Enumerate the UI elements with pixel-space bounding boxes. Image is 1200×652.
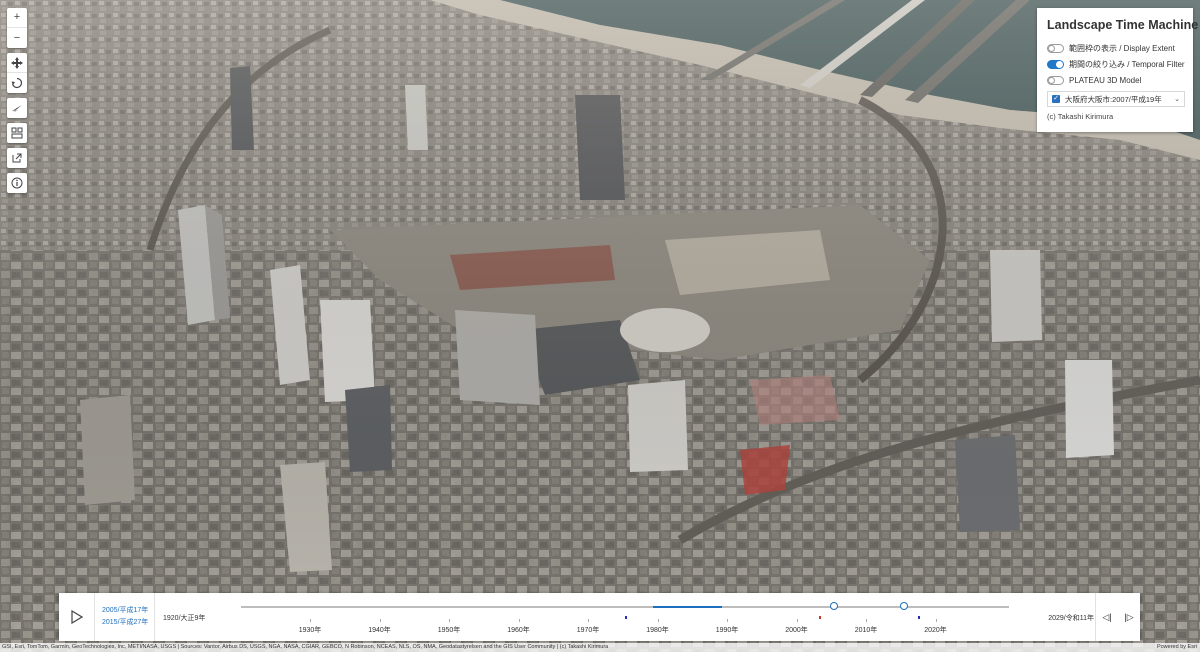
tick-label: 1980年 [646,627,669,634]
tick-line [310,619,311,622]
rotate-button[interactable] [7,73,27,93]
play-button[interactable] [59,593,95,641]
navigation-group [7,53,27,93]
chevron-down-icon[interactable]: ⌄ [1174,95,1180,103]
layers-button[interactable] [7,123,27,143]
slider-selected-range [653,606,722,608]
time-slider: 2005/平成17年 2015/平成27年 1920/大正9年 1930年 194… [59,593,1140,641]
toggle-label: PLATEAU 3D Model [1069,76,1142,85]
compass-group [7,98,27,118]
map-scene[interactable] [0,0,1200,652]
tick-line [449,619,450,622]
panel-title: Landscape Time Machine [1047,18,1199,32]
tick-line [796,619,798,622]
tick-label: 2010年 [854,627,878,634]
tick-label: 1930年 [298,627,322,634]
compass-button[interactable] [7,98,27,118]
rotate-icon [11,77,23,89]
tick-label: 1990年 [715,627,739,634]
slider-min-label: 1920/大正9年 [163,615,206,622]
info-icon [11,177,23,189]
previous-icon[interactable]: ◁| [1102,612,1111,623]
tick-line [935,619,937,622]
tick-line [657,619,659,622]
time-extent-readout: 2005/平成17年 2015/平成27年 [95,593,155,641]
toggle-plateau-3d[interactable]: PLATEAU 3D Model [1047,73,1185,88]
share-icon [12,153,22,163]
next-icon[interactable]: |▷ [1124,612,1133,623]
tick-line [379,619,381,622]
zoom-in-button[interactable]: + [7,8,27,28]
play-icon [70,610,83,624]
toggle-temporal-filter[interactable]: 期間の絞り込み / Temporal Filter [1047,57,1185,72]
switch-knob [1056,61,1063,68]
display-extent-switch[interactable] [1047,44,1064,53]
range-start: 2005/平成17年 [102,607,149,614]
dataset-checkbox[interactable]: ✓ [1052,95,1060,103]
map-toolbar: + − [7,8,27,198]
info-group [7,173,27,193]
info-button[interactable] [7,173,27,193]
temporal-filter-switch[interactable] [1047,60,1064,69]
compass-icon [12,105,22,112]
switch-knob [1048,77,1055,84]
data-tick-mark [625,616,627,619]
tick-line [727,619,728,622]
plateau-3d-switch[interactable] [1047,76,1064,85]
pan-button[interactable] [7,53,27,73]
dataset-label: 大阪府大阪市:2007/平成19年 [1065,94,1162,104]
city-aerial-image [0,0,1200,652]
tick-label: 2000年 [785,627,808,634]
tick-label: 1970年 [576,627,600,634]
data-tick-mark [819,616,821,619]
pan-icon [11,56,23,69]
powered-by-esri[interactable]: Powered by Esri [1157,643,1197,652]
attribution-text: GSI, Esri, TomTom, Garmin, GeoTechnologi… [2,644,609,650]
slider-start-thumb[interactable] [830,602,838,610]
tick-label: 1960年 [507,627,530,634]
toggle-label: 範囲枠の表示 / Display Extent [1069,44,1175,53]
minus-icon: − [13,31,21,44]
tick-line [518,619,520,622]
share-group [7,148,27,168]
layer-panel: Landscape Time Machine 範囲枠の表示 / Display … [1037,8,1199,132]
zoom-group: + − [7,8,27,48]
slider-max-label: 2029/令和11年 [1048,615,1094,622]
layers-icon [11,127,23,139]
plus-icon: + [13,11,21,23]
tick-label: 2020年 [924,627,947,634]
switch-knob [1048,45,1055,52]
range-end: 2015/平成27年 [102,619,149,626]
dataset-item[interactable]: ✓ 大阪府大阪市:2007/平成19年 ⌄ [1047,91,1185,107]
zoom-out-button[interactable]: − [7,28,27,48]
panel-credit: (c) Takashi Kirimura [1047,112,1114,121]
step-nav: ◁| |▷ [1095,593,1140,641]
slider-end-thumb[interactable] [900,602,908,610]
share-button[interactable] [7,148,27,168]
tick-label: 1940年 [368,627,391,634]
map-attribution: GSI, Esri, TomTom, Garmin, GeoTechnologi… [0,643,1200,652]
tick-label: 1950年 [437,627,461,634]
tick-line [588,619,589,622]
layers-group [7,123,27,143]
tick-line [866,619,867,622]
data-tick-mark [918,616,920,619]
toggle-label: 期間の絞り込み / Temporal Filter [1069,60,1185,69]
slider-track[interactable] [241,606,1009,608]
toggle-display-extent[interactable]: 範囲枠の表示 / Display Extent [1047,41,1185,56]
